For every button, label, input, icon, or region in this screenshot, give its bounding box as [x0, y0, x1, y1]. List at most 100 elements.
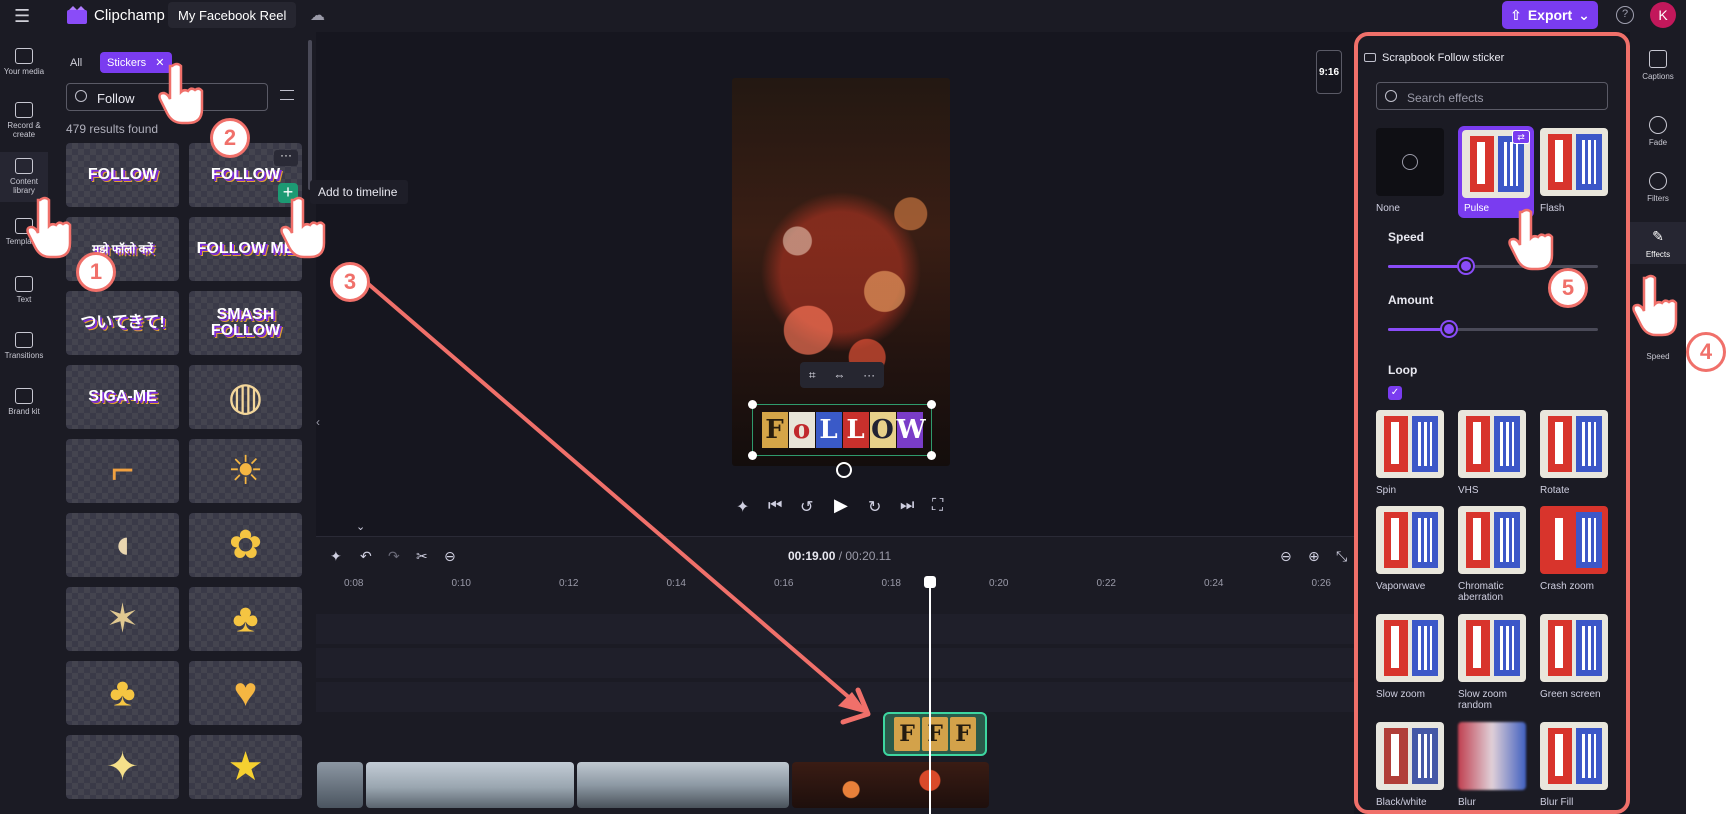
effect-thumb-chromatic-aberration[interactable]: [1458, 506, 1526, 574]
rail-speed[interactable]: Speed: [1630, 352, 1686, 361]
rail-content-library[interactable]: Content library: [0, 152, 48, 202]
magic-icon[interactable]: ✦: [736, 497, 749, 517]
delete-icon[interactable]: ⊖: [444, 548, 456, 565]
loop-checkbox[interactable]: ✓: [1388, 386, 1402, 400]
rail-record-create[interactable]: Record & create: [0, 102, 48, 139]
resize-handle[interactable]: [927, 451, 936, 460]
sticker-tile[interactable]: ♣: [189, 587, 302, 651]
effect-thumb-rotate[interactable]: [1540, 410, 1608, 478]
effect-thumb-slow-zoom[interactable]: [1376, 614, 1444, 682]
resize-handle[interactable]: [748, 451, 757, 460]
sticker-tile[interactable]: ✦: [66, 735, 179, 799]
sticker-tile[interactable]: ◍: [189, 365, 302, 429]
video-clip[interactable]: [317, 762, 363, 808]
redo-icon[interactable]: ↷: [388, 548, 400, 565]
effect-thumb-none[interactable]: [1376, 128, 1444, 196]
effect-thumb-blur-fill[interactable]: [1540, 722, 1608, 790]
playhead-handle[interactable]: [924, 576, 936, 588]
magic-wand-icon: ✎: [1652, 228, 1664, 244]
more-icon[interactable]: ···: [863, 368, 875, 382]
hamburger-menu-icon[interactable]: ☰: [14, 6, 36, 26]
sticker-tile[interactable]: ◖: [66, 513, 179, 577]
help-icon[interactable]: ?: [1616, 6, 1634, 24]
sticker-tile[interactable]: ⌐: [66, 439, 179, 503]
pointer-hand-icon: [26, 196, 72, 259]
sparkle-icon[interactable]: ✦: [330, 548, 342, 565]
playhead[interactable]: [929, 576, 931, 814]
rail-your-media[interactable]: Your media: [0, 48, 48, 76]
sticker-tile[interactable]: ついてきて!: [66, 291, 179, 355]
timeline-track: [316, 648, 1354, 678]
skip-forward-icon[interactable]: ⏭: [900, 497, 914, 515]
resize-handle[interactable]: [927, 400, 936, 409]
sticker-tile[interactable]: ♣: [66, 661, 179, 725]
skip-back-icon[interactable]: ⏮: [768, 497, 782, 515]
effect-thumb-flash[interactable]: [1540, 128, 1608, 196]
zoom-in-icon[interactable]: ⊕: [1308, 548, 1320, 565]
effect-thumb-spin[interactable]: [1376, 410, 1444, 478]
folder-icon: [15, 48, 33, 64]
sticker-tile[interactable]: ☀: [189, 439, 302, 503]
video-clip[interactable]: [792, 762, 989, 808]
avatar[interactable]: K: [1650, 2, 1676, 28]
export-button[interactable]: ⇧ Export ⌄: [1502, 1, 1598, 29]
effect-thumb-black-white[interactable]: [1376, 722, 1444, 790]
sticker-selection-box[interactable]: [748, 400, 936, 460]
split-icon[interactable]: ✂: [416, 548, 428, 565]
rail-text[interactable]: Text: [0, 276, 48, 304]
sticker-tile-label: FOLLOW: [87, 166, 158, 183]
sticker-tile[interactable]: SMASH FOLLOW: [189, 291, 302, 355]
sticker-tile[interactable]: FOLLOW: [66, 143, 179, 207]
sticker-tile[interactable]: ✶: [66, 587, 179, 651]
more-options-button[interactable]: ···: [274, 149, 298, 166]
effect-thumb-crash-zoom[interactable]: [1540, 506, 1608, 574]
aspect-ratio-button[interactable]: 9:16: [1316, 50, 1342, 94]
upload-icon: ⇧: [1510, 6, 1522, 23]
fullscreen-icon[interactable]: ⛶: [932, 497, 943, 515]
project-title[interactable]: My Facebook Reel: [168, 2, 297, 28]
effect-thumb-blur[interactable]: [1458, 722, 1526, 790]
filter-all[interactable]: All: [70, 57, 82, 69]
effect-thumb-vhs[interactable]: [1458, 410, 1526, 478]
rail-captions[interactable]: Captions: [1630, 50, 1686, 81]
fit-timeline-icon[interactable]: ⤡: [1336, 548, 1347, 565]
effects-search-input[interactable]: Search effects: [1376, 82, 1608, 110]
timecode: 00:19.00 / 00:20.11: [788, 549, 892, 563]
effect-thumb-vaporwave[interactable]: [1376, 506, 1444, 574]
filter-icon[interactable]: [280, 90, 294, 100]
rewind-5-icon[interactable]: ↺: [800, 497, 813, 517]
sticker-tile[interactable]: ★: [189, 735, 302, 799]
library-scrollbar[interactable]: [308, 40, 312, 190]
results-count: 479 results found: [66, 122, 159, 136]
speed-slider-knob[interactable]: [1458, 259, 1473, 273]
sticker-tile[interactable]: ✿: [189, 513, 302, 577]
collapse-panel-icon[interactable]: ‹: [316, 415, 330, 445]
video-clip[interactable]: [577, 762, 789, 808]
rail-filters[interactable]: Filters: [1630, 172, 1686, 203]
undo-icon[interactable]: ↶: [360, 548, 372, 565]
play-icon[interactable]: ▶: [834, 495, 848, 516]
rotate-handle-icon[interactable]: [836, 462, 852, 478]
effect-thumb-slow-zoom-random[interactable]: [1458, 614, 1526, 682]
zoom-out-icon[interactable]: ⊖: [1280, 548, 1292, 565]
sticker-tile[interactable]: ♥: [189, 661, 302, 725]
sticker-preview-shape: [1384, 728, 1408, 784]
video-clip[interactable]: [366, 762, 574, 808]
rail-transitions[interactable]: Transitions: [0, 332, 48, 360]
sticker-tile[interactable]: SIGA-ME: [66, 365, 179, 429]
rail-effects[interactable]: ✎ Effects: [1630, 222, 1686, 264]
sticker-preview-shape: [1384, 512, 1408, 568]
chevron-down-icon[interactable]: ⌄: [356, 520, 365, 533]
crop-icon[interactable]: ⌗: [809, 368, 816, 383]
rail-brand-kit[interactable]: Brand kit: [0, 388, 48, 416]
sticker-clip[interactable]: F F F: [883, 712, 987, 756]
cloud-off-icon[interactable]: ☁: [310, 6, 328, 24]
effect-thumb-green-screen[interactable]: [1540, 614, 1608, 682]
resize-handle[interactable]: [748, 400, 757, 409]
amount-slider-knob[interactable]: [1441, 322, 1456, 336]
rail-fade[interactable]: Fade: [1630, 116, 1686, 147]
fit-icon[interactable]: ⇔: [833, 368, 845, 382]
swap-icon[interactable]: ⇄: [1512, 130, 1530, 144]
forward-5-icon[interactable]: ↻: [868, 497, 881, 517]
brand-kit-icon: [15, 388, 33, 404]
